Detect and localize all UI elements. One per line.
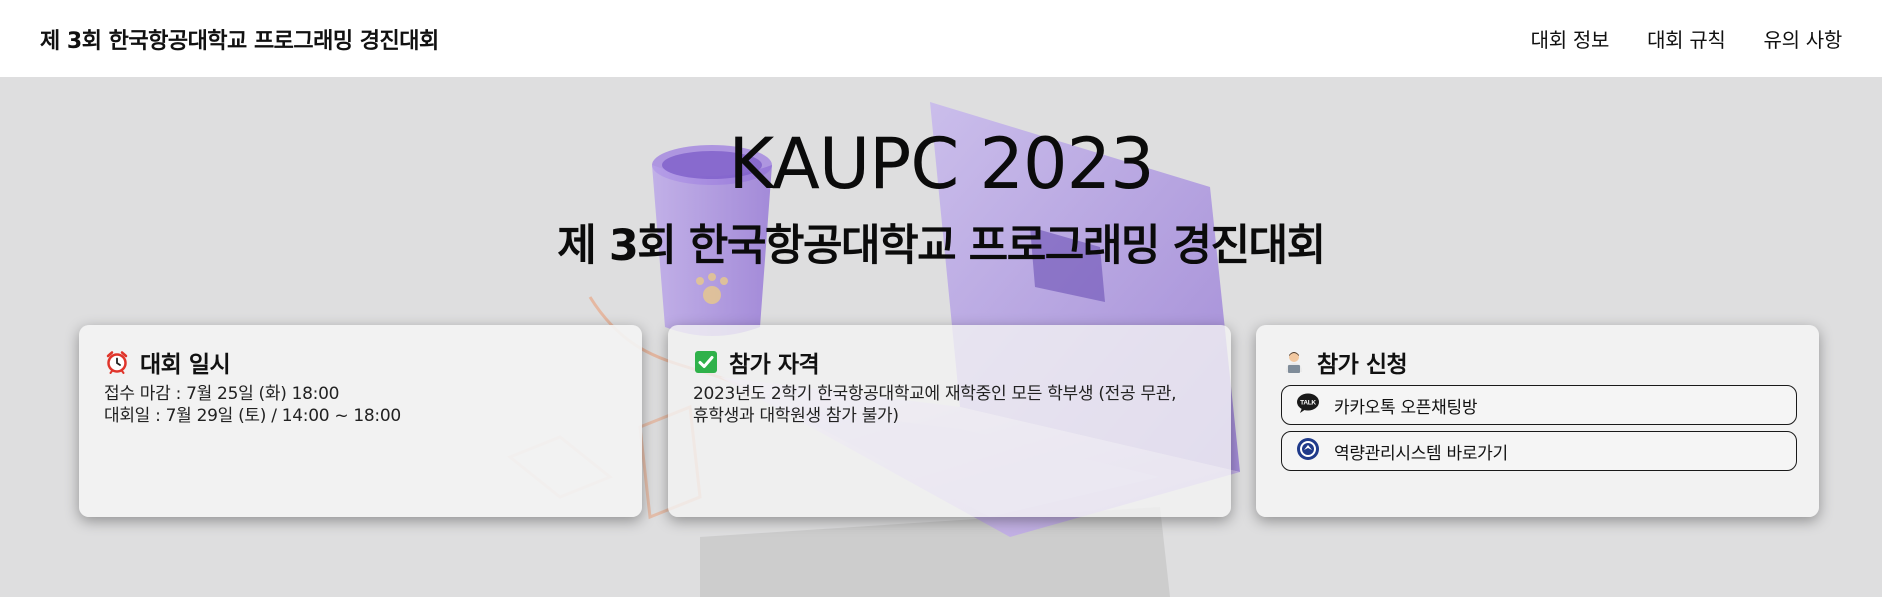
hero-subtitle: 제 3회 한국항공대학교 프로그래밍 경진대회: [557, 221, 1326, 271]
eligibility-text-line-1: 2023년도 2학기 한국항공대학교에 재학중인 모든 학부생 (전공 무관,: [693, 384, 1177, 404]
competency-system-link-label: 역량관리시스템 바로가기: [1334, 443, 1508, 464]
eligibility-card: 참가 자격 2023년도 2학기 한국항공대학교에 재학중인 모든 학부생 (전…: [668, 325, 1231, 517]
card-body: 접수 마감 : 7월 25일 (화) 18:00 대회일 : 7월 29일 (토…: [104, 383, 617, 427]
main-nav: 대회 정보 대회 규칙 유의 사항: [1531, 24, 1843, 53]
card-title: 참가 자격: [729, 352, 820, 378]
contest-schedule-card: 대회 일시 접수 마감 : 7월 25일 (화) 18:00 대회일 : 7월 …: [79, 325, 642, 517]
university-seal-icon: [1296, 437, 1320, 466]
card-header: 참가 신청: [1281, 347, 1794, 378]
card-title: 대회 일시: [140, 352, 231, 378]
card-body: 2023년도 2학기 한국항공대학교에 재학중인 모든 학부생 (전공 무관, …: [693, 383, 1206, 427]
card-title: 참가 신청: [1317, 352, 1408, 378]
registration-card: 참가 신청 TALK 카카오톡 오픈채팅방 역량관리시스템 바로가기: [1256, 325, 1819, 517]
card-header: 참가 자격: [693, 347, 1206, 378]
kakaotalk-link-label: 카카오톡 오픈채팅방: [1334, 397, 1478, 418]
alarm-clock-icon: [104, 349, 130, 375]
nav-link-notices[interactable]: 유의 사항: [1764, 24, 1843, 53]
card-header: 대회 일시: [104, 347, 617, 378]
check-box-icon: [693, 349, 719, 375]
nav-link-contest-info[interactable]: 대회 정보: [1531, 24, 1610, 53]
competency-system-button[interactable]: 역량관리시스템 바로가기: [1281, 431, 1797, 471]
nav-link-contest-rules[interactable]: 대회 규칙: [1647, 24, 1726, 53]
registration-deadline-text: 접수 마감 : 7월 25일 (화) 18:00: [104, 384, 340, 404]
hero-section: KAUPC 2023 제 3회 한국항공대학교 프로그래밍 경진대회 대회 일시…: [0, 77, 1882, 597]
kakaotalk-icon: TALK: [1296, 392, 1320, 419]
hero-title: KAUPC 2023: [728, 123, 1154, 205]
eligibility-text-line-2: 휴학생과 대학원생 참가 불가): [693, 406, 899, 426]
kakaotalk-badge-text: TALK: [1300, 399, 1316, 406]
contest-date-text: 대회일 : 7월 29일 (토) / 14:00 ~ 18:00: [104, 406, 401, 426]
site-title[interactable]: 제 3회 한국항공대학교 프로그래밍 경진대회: [40, 23, 439, 55]
kakaotalk-open-chat-button[interactable]: TALK 카카오톡 오픈채팅방: [1281, 385, 1797, 425]
technologist-icon: [1281, 349, 1307, 375]
top-navigation-bar: 제 3회 한국항공대학교 프로그래밍 경진대회 대회 정보 대회 규칙 유의 사…: [0, 0, 1882, 77]
